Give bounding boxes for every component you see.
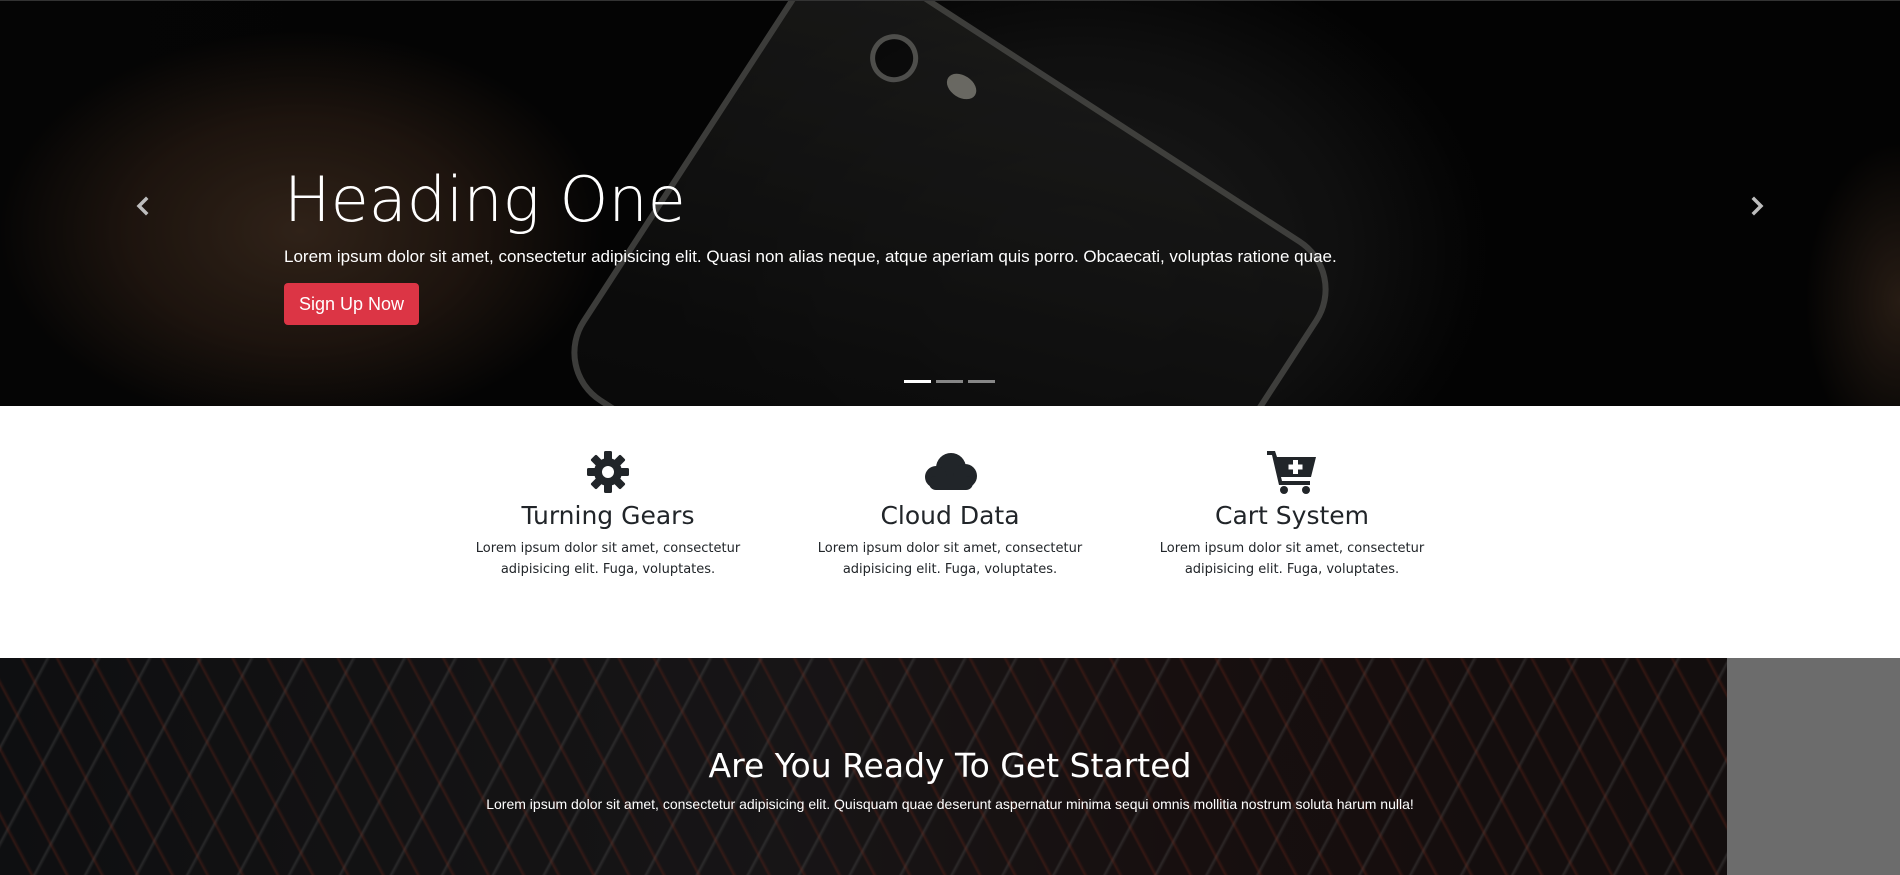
feature-title: Cloud Data <box>880 501 1020 530</box>
carousel-indicators <box>904 380 995 383</box>
call-to-action-section: Are You Ready To Get Started Lorem ipsum… <box>0 658 1900 875</box>
chevron-right-icon <box>1751 196 1764 216</box>
cloud-icon <box>805 448 1095 496</box>
cta-title: Are You Ready To Get Started <box>708 746 1192 785</box>
cta-text: Lorem ipsum dolor sit amet, consectetur … <box>486 796 1414 812</box>
feature-card-cloud: Cloud Data Lorem ipsum dolor sit amet, c… <box>805 448 1095 580</box>
feature-card-cart: Cart System Lorem ipsum dolor sit amet, … <box>1147 448 1437 580</box>
chevron-left-icon <box>136 196 149 216</box>
carousel-next-button[interactable] <box>1742 191 1772 221</box>
slide-caption: Heading One Lorem ipsum dolor sit amet, … <box>284 161 1484 325</box>
feature-card-gears: Turning Gears Lorem ipsum dolor sit amet… <box>463 448 753 580</box>
carousel-indicator-1[interactable] <box>904 380 931 383</box>
carousel-indicator-3[interactable] <box>968 380 995 383</box>
cart-plus-icon <box>1147 448 1437 496</box>
carousel-indicator-2[interactable] <box>936 380 963 383</box>
slide-text: Lorem ipsum dolor sit amet, consectetur … <box>284 247 1337 266</box>
feature-title: Turning Gears <box>521 501 695 530</box>
cta-content: Are You Ready To Get Started Lorem ipsum… <box>0 746 1900 814</box>
gear-icon <box>463 448 753 496</box>
hero-carousel: Heading One Lorem ipsum dolor sit amet, … <box>0 0 1900 406</box>
feature-text: Lorem ipsum dolor sit amet, consectetur … <box>817 541 1083 577</box>
features-section: Turning Gears Lorem ipsum dolor sit amet… <box>0 406 1900 658</box>
feature-text: Lorem ipsum dolor sit amet, consectetur … <box>1159 541 1425 577</box>
sign-up-button[interactable]: Sign Up Now <box>284 283 420 325</box>
feature-title: Cart System <box>1214 501 1370 530</box>
slide-heading: Heading One <box>284 163 686 236</box>
carousel-prev-button[interactable] <box>128 191 158 221</box>
feature-text: Lorem ipsum dolor sit amet, consectetur … <box>475 541 741 577</box>
